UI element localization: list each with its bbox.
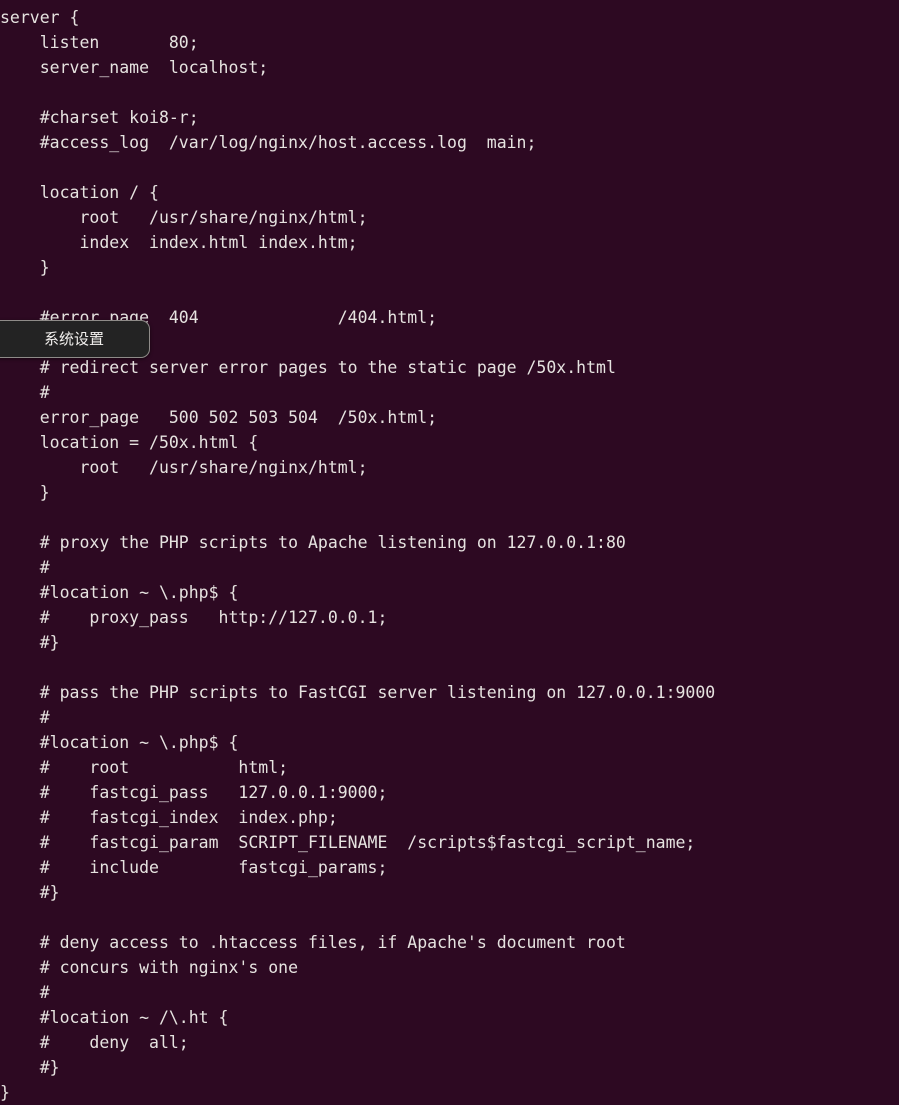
tooltip-label: 系统设置 bbox=[43, 329, 104, 348]
code-line: #access_log /var/log/nginx/host.access.l… bbox=[0, 133, 537, 152]
code-line: #location ~ \.php$ { bbox=[0, 733, 239, 752]
code-line: # proxy_pass http://127.0.0.1; bbox=[0, 608, 388, 627]
code-line: # redirect server error pages to the sta… bbox=[0, 358, 616, 377]
terminal-window[interactable]: server { listen 80; server_name localhos… bbox=[0, 0, 899, 1102]
code-line: # concurs with nginx's one bbox=[0, 958, 299, 977]
code-line: # bbox=[0, 558, 50, 577]
code-line: # fastcgi_index index.php; bbox=[0, 808, 338, 827]
code-line: # deny all; bbox=[0, 1033, 189, 1052]
code-line: # root html; bbox=[0, 758, 289, 777]
code-line: location = /50x.html { bbox=[0, 433, 259, 452]
code-line: # deny access to .htaccess files, if Apa… bbox=[0, 933, 626, 952]
code-line: # include fastcgi_params; bbox=[0, 858, 388, 877]
code-line: location / { bbox=[0, 183, 159, 202]
code-line: listen 80; bbox=[0, 33, 199, 52]
code-line: # bbox=[0, 383, 50, 402]
code-line: # fastcgi_param SCRIPT_FILENAME /scripts… bbox=[0, 833, 696, 852]
code-line: #location ~ \.php$ { bbox=[0, 583, 239, 602]
code-line: } bbox=[0, 483, 50, 502]
code-line: #} bbox=[0, 883, 60, 902]
code-line: } bbox=[0, 258, 50, 277]
code-line: server { bbox=[0, 8, 80, 27]
code-line: root /usr/share/nginx/html; bbox=[0, 208, 368, 227]
code-line: error_page 500 502 503 504 /50x.html; bbox=[0, 408, 438, 427]
code-line: # bbox=[0, 983, 50, 1002]
system-settings-tooltip[interactable]: 系统设置 bbox=[0, 320, 150, 358]
code-line: #} bbox=[0, 633, 60, 652]
code-line: #charset koi8-r; bbox=[0, 108, 199, 127]
code-line: #location ~ /\.ht { bbox=[0, 1008, 229, 1027]
code-line: server_name localhost; bbox=[0, 58, 269, 77]
code-line: } bbox=[0, 1083, 10, 1102]
code-line: # fastcgi_pass 127.0.0.1:9000; bbox=[0, 783, 388, 802]
code-line: index index.html index.htm; bbox=[0, 233, 358, 252]
code-line: #} bbox=[0, 1058, 60, 1077]
nginx-config-text[interactable]: server { listen 80; server_name localhos… bbox=[0, 5, 899, 1105]
code-line: # pass the PHP scripts to FastCGI server… bbox=[0, 683, 716, 702]
code-line: root /usr/share/nginx/html; bbox=[0, 458, 368, 477]
code-line: # proxy the PHP scripts to Apache listen… bbox=[0, 533, 626, 552]
code-line: # bbox=[0, 708, 50, 727]
